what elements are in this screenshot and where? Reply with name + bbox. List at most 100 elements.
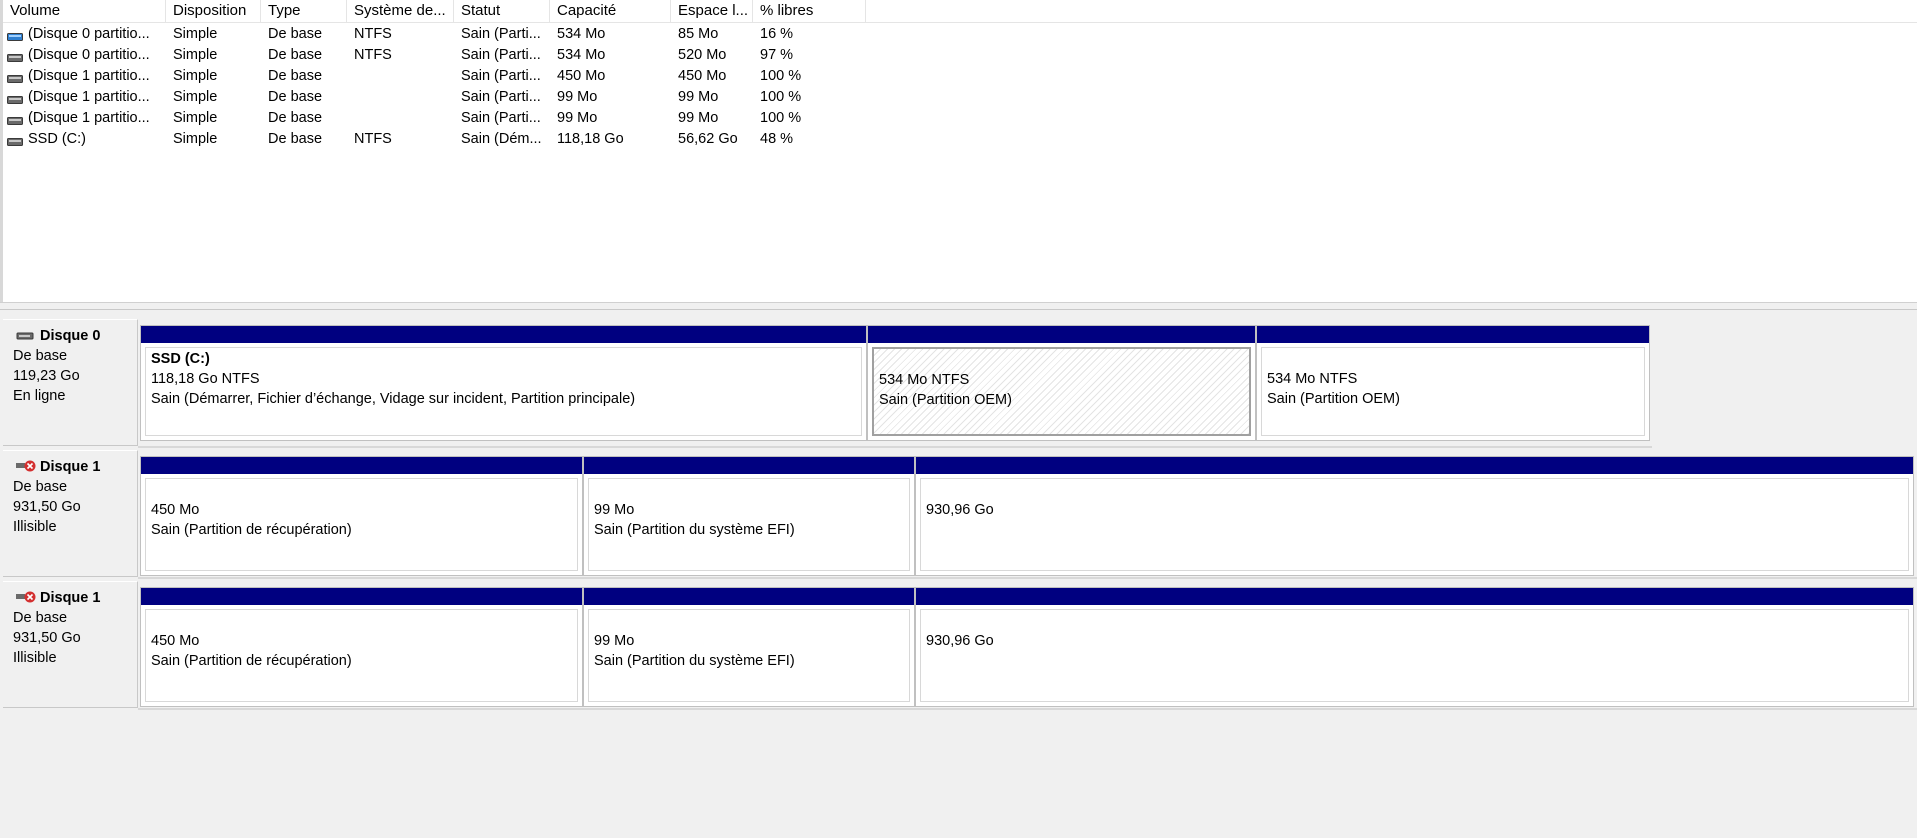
volume-row[interactable]: (Disque 0 partitio... Simple De base NTFS Sa… [3, 45, 866, 66]
partition-status: Sain (Démarrer, Fichier d’échange, Vidag… [151, 391, 636, 407]
partition-body: 450 Mo Sain (Partition de récupération) [145, 478, 578, 571]
disk-state: Illisible [13, 519, 57, 535]
partition-block[interactable]: 450 Mo Sain (Partition de récupération) [140, 456, 583, 576]
volume-cell-disposition: Simple [173, 89, 218, 105]
disk-online-icon [16, 329, 36, 343]
column-header-capacity[interactable]: Capacité [550, 0, 671, 22]
partition-header-bar [868, 326, 1255, 343]
disk-error-icon [16, 460, 36, 474]
column-header-status[interactable]: Statut [454, 0, 550, 22]
volume-row[interactable]: (Disque 0 partitio... Simple De base NTFS Sa… [3, 24, 866, 45]
volume-cell-fs [347, 108, 454, 129]
volume-row[interactable]: (Disque 1 partitio... Simple De base Sain (… [3, 108, 866, 129]
volume-cell-status: Sain (Dém... [461, 131, 542, 147]
volume-cell-fs: NTFS [354, 47, 392, 63]
volume-gray-icon [7, 113, 23, 125]
volume-cell-free: 450 Mo [678, 68, 727, 84]
pane-splitter[interactable] [0, 302, 1917, 310]
partition-block[interactable]: SSD (C:) 118,18 Go NTFS Sain (Démarrer, Fi… [140, 325, 867, 441]
volume-name: (Disque 1 partitio... [28, 68, 150, 84]
volume-list-header: Volume Disposition Type Système de... St… [3, 0, 1917, 23]
partition-size: 99 Mo [594, 633, 635, 649]
volume-name: SSD (C:) [28, 131, 86, 147]
partition-block[interactable]: 99 Mo Sain (Partition du système EFI) [583, 587, 915, 707]
partition-body: 930,96 Go [920, 478, 1909, 571]
volume-cell-disposition: Simple [173, 68, 218, 84]
disk-name: Disque 0 [40, 328, 101, 344]
volume-name: (Disque 0 partitio... [28, 47, 150, 63]
volume-gray-icon [7, 92, 23, 104]
volume-cell-fs: NTFS [354, 131, 392, 147]
partition-title: SSD (C:) [151, 351, 210, 367]
partition-header-bar [916, 588, 1913, 605]
volume-cell-capacity: 118,18 Go [557, 131, 624, 147]
partition-status: Sain (Partition OEM) [1267, 391, 1400, 407]
partition-header-bar [584, 457, 914, 474]
partition-size: 930,96 Go [926, 502, 994, 518]
disk-label-0[interactable]: Disque 0 De base 119,23 Go En ligne [3, 319, 138, 446]
volume-name: (Disque 1 partitio... [28, 110, 150, 126]
partition-body: 99 Mo Sain (Partition du système EFI) [588, 478, 910, 571]
disk-size: 119,23 Go [13, 368, 80, 384]
column-header-filesystem[interactable]: Système de... [347, 0, 454, 22]
partition-status: Sain (Partition du système EFI) [594, 522, 795, 538]
volume-cell-free: 56,62 Go [678, 131, 738, 147]
column-header-percent-free[interactable]: % libres [753, 0, 866, 22]
volume-cell-fs [347, 66, 454, 87]
partition-header-bar [141, 457, 582, 474]
column-header-disposition[interactable]: Disposition [166, 0, 261, 22]
volume-gray-icon [7, 134, 23, 146]
partition-body: 930,96 Go [920, 609, 1909, 702]
volume-cell-capacity: 99 Mo [557, 89, 598, 105]
volume-cell-free: 520 Mo [678, 47, 727, 63]
column-header-free-space[interactable]: Espace l... [671, 0, 753, 22]
partition-size: 450 Mo [151, 502, 200, 518]
volume-gray-icon [7, 71, 23, 83]
volume-cell-status: Sain (Parti... [461, 26, 541, 42]
partition-block[interactable]: 99 Mo Sain (Partition du système EFI) [583, 456, 915, 576]
disk-label-2[interactable]: Disque 1 De base 931,50 Go Illisible [3, 581, 138, 708]
volume-cell-capacity: 450 Mo [557, 68, 606, 84]
volume-cell-pct: 100 % [760, 68, 802, 84]
volume-cell-pct: 97 % [760, 47, 794, 63]
volume-cell-type: De base [268, 26, 323, 42]
partition-block[interactable]: 930,96 Go [915, 456, 1914, 576]
volume-cell-fs [347, 87, 454, 108]
header-filler [866, 0, 1917, 23]
disk-row-divider [138, 708, 1917, 710]
disk-error-icon [16, 591, 36, 605]
partition-size: 450 Mo [151, 633, 200, 649]
volume-gray-icon [7, 50, 23, 62]
partition-header-bar [1257, 326, 1649, 343]
partition-block[interactable]: 534 Mo NTFS Sain (Partition OEM) [867, 325, 1256, 441]
partition-block[interactable]: 930,96 Go [915, 587, 1914, 707]
partition-body: 99 Mo Sain (Partition du système EFI) [588, 609, 910, 702]
volume-cell-type: De base [268, 47, 323, 63]
volume-cell-status: Sain (Parti... [461, 47, 541, 63]
disk-size: 931,50 Go [13, 499, 81, 515]
volume-cell-pct: 48 % [760, 131, 794, 147]
volume-cell-type: De base [268, 131, 323, 147]
disk-state: Illisible [13, 650, 57, 666]
volume-row[interactable]: (Disque 1 partitio... Simple De base Sain (… [3, 87, 866, 108]
volume-cell-pct: 16 % [760, 26, 794, 42]
volume-cell-disposition: Simple [173, 26, 218, 42]
volume-list[interactable]: Volume Disposition Type Système de... St… [0, 0, 1917, 302]
volume-cell-fs: NTFS [354, 26, 392, 42]
volume-cell-free: 99 Mo [678, 89, 719, 105]
partition-block[interactable]: 450 Mo Sain (Partition de récupération) [140, 587, 583, 707]
partition-body: 534 Mo NTFS Sain (Partition OEM) [872, 347, 1251, 436]
partition-block[interactable]: 534 Mo NTFS Sain (Partition OEM) [1256, 325, 1650, 441]
volume-row[interactable]: (Disque 1 partitio... Simple De base Sain (… [3, 66, 866, 87]
partition-size: 99 Mo [594, 502, 635, 518]
column-header-type[interactable]: Type [261, 0, 347, 22]
volume-cell-disposition: Simple [173, 131, 218, 147]
partition-size: 118,18 Go NTFS [151, 371, 260, 387]
volume-cell-status: Sain (Parti... [461, 68, 541, 84]
partition-body: 450 Mo Sain (Partition de récupération) [145, 609, 578, 702]
volume-cell-disposition: Simple [173, 110, 218, 126]
volume-cell-capacity: 534 Mo [557, 26, 606, 42]
volume-row[interactable]: SSD (C:) Simple De base NTFS Sain (Dém... 118… [3, 129, 866, 150]
column-header-volume[interactable]: Volume [3, 0, 166, 22]
disk-label-1[interactable]: Disque 1 De base 931,50 Go Illisible [3, 450, 138, 577]
